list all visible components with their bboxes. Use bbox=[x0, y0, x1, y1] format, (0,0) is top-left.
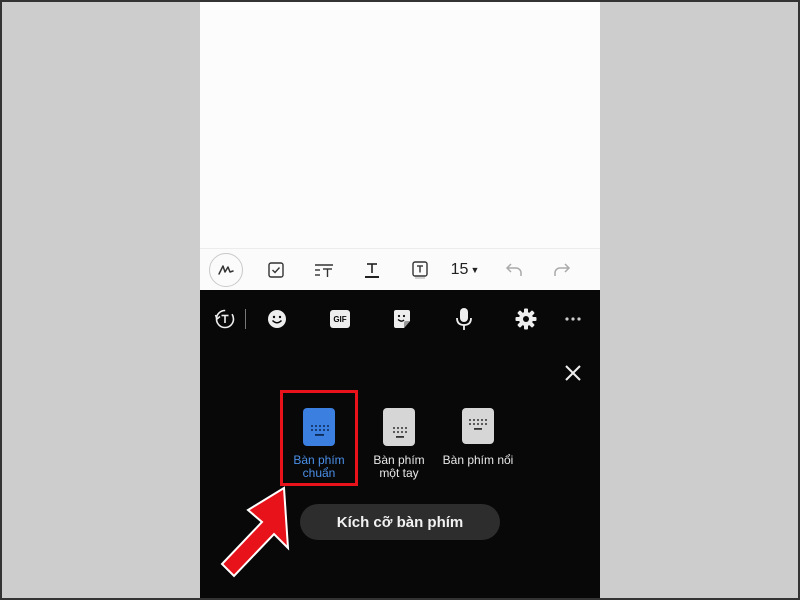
close-icon bbox=[565, 365, 581, 381]
text-box-icon bbox=[412, 261, 428, 279]
keyboard-mode-floating[interactable]: Bàn phím nổi bbox=[432, 408, 524, 467]
toolbar-divider bbox=[245, 309, 246, 329]
text-style-button[interactable] bbox=[358, 249, 386, 291]
redo-icon bbox=[554, 263, 571, 276]
mode-label: Bàn phím nổi bbox=[442, 453, 514, 467]
undo-button[interactable] bbox=[502, 249, 526, 291]
paragraph-style-icon bbox=[315, 264, 333, 277]
gif-label: GIF bbox=[333, 314, 347, 324]
note-editor-area[interactable] bbox=[200, 2, 600, 248]
emoji-button[interactable] bbox=[262, 304, 292, 334]
note-toolbar: 15 ▼ bbox=[200, 248, 600, 291]
translate-button[interactable] bbox=[210, 304, 240, 334]
undo-icon bbox=[505, 263, 522, 276]
redo-button[interactable] bbox=[550, 249, 574, 291]
font-size-selector[interactable]: 15 ▼ bbox=[448, 249, 482, 291]
gif-icon: GIF bbox=[330, 310, 350, 328]
voice-input-button[interactable] bbox=[449, 304, 479, 334]
more-button[interactable] bbox=[558, 304, 588, 334]
paragraph-style-button[interactable] bbox=[310, 249, 338, 291]
text-style-icon bbox=[365, 263, 379, 278]
microphone-icon bbox=[456, 308, 472, 330]
text-translate-icon bbox=[214, 309, 235, 329]
selection-highlight-box bbox=[280, 390, 358, 486]
checkbox-button[interactable] bbox=[264, 249, 288, 291]
handwriting-pen-icon bbox=[209, 253, 243, 287]
emoji-icon bbox=[268, 310, 286, 328]
sticker-icon bbox=[394, 310, 410, 328]
settings-icon bbox=[515, 308, 537, 330]
keyboard-size-button[interactable]: Kích cỡ bàn phím bbox=[300, 504, 500, 540]
handwriting-button[interactable] bbox=[206, 249, 246, 291]
text-box-button[interactable] bbox=[406, 249, 434, 291]
checkbox-icon bbox=[268, 262, 284, 278]
close-button[interactable] bbox=[560, 360, 586, 386]
keyboard-toolbar: GIF bbox=[200, 290, 600, 348]
dropdown-caret-icon: ▼ bbox=[470, 265, 480, 275]
one-handed-keyboard-icon bbox=[383, 408, 415, 446]
gif-button[interactable]: GIF bbox=[325, 304, 355, 334]
font-size-value: 15 bbox=[450, 261, 469, 278]
floating-keyboard-icon bbox=[462, 408, 494, 444]
more-icon bbox=[565, 317, 581, 321]
settings-button[interactable] bbox=[511, 304, 541, 334]
red-arrow-pointer-icon bbox=[220, 486, 290, 578]
sticker-button[interactable] bbox=[387, 304, 417, 334]
